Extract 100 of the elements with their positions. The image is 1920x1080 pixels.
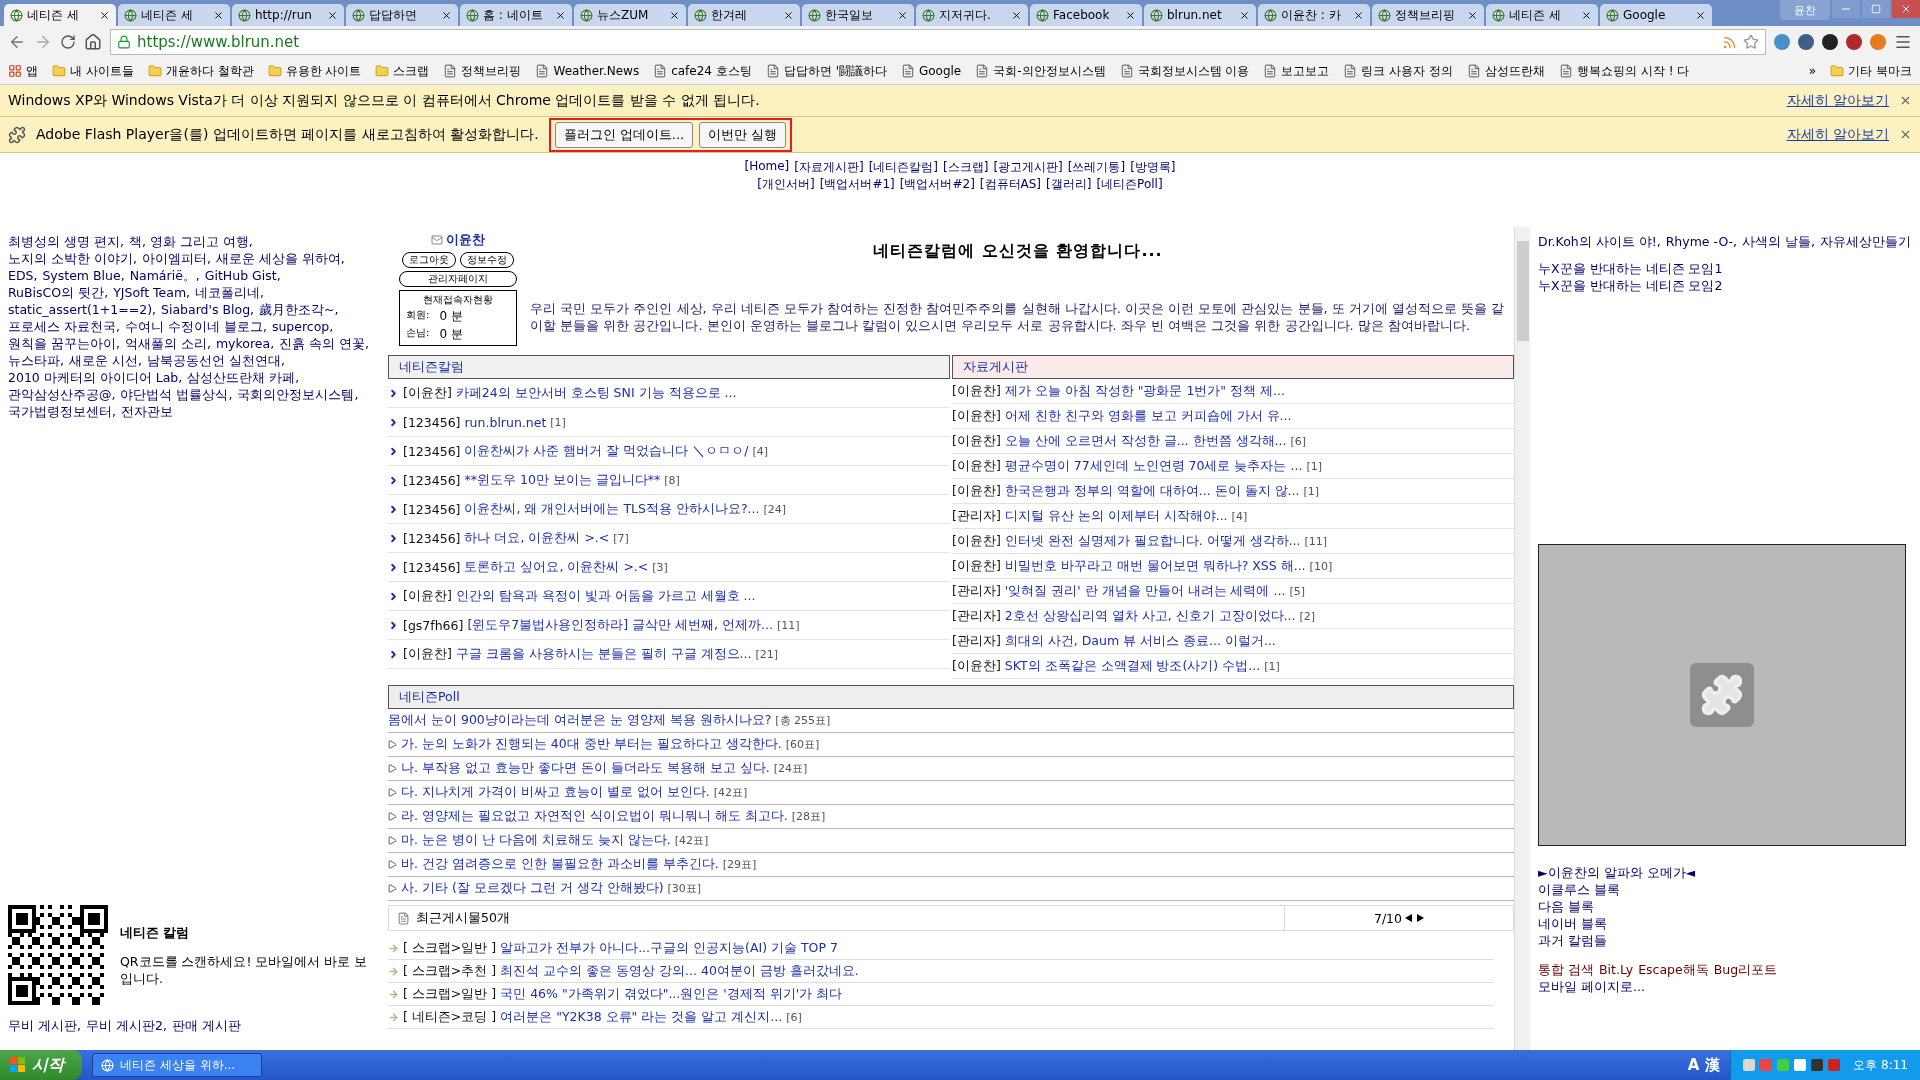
close-icon[interactable] bbox=[783, 9, 794, 21]
poll-option[interactable]: 가. 눈의 노화가 진행되는 40대 중반 부터는 필요하다고 생각한다. bbox=[401, 736, 782, 753]
browser-tab[interactable]: 지저귀다. bbox=[916, 4, 1028, 26]
nav-link[interactable]: [쓰레기통] bbox=[1067, 159, 1126, 176]
close-button[interactable] bbox=[1892, 0, 1920, 18]
site-link[interactable]: Dr.Koh의 사이트 야!, bbox=[1538, 233, 1661, 250]
home-icon[interactable] bbox=[84, 33, 102, 51]
post-link[interactable]: 토론하고 싶어요, 이윤찬씨 >.< bbox=[464, 558, 649, 576]
bookmark-item[interactable]: 스크랩 bbox=[375, 62, 430, 80]
post-link[interactable]: 평균수명이 77세인데 노인연령 70세로 늦추자는 ... bbox=[1004, 457, 1303, 475]
nav-link[interactable]: [네티즌칼럼] bbox=[868, 159, 939, 176]
tool-link[interactable]: Bit.Ly bbox=[1599, 961, 1634, 978]
bookmark-item[interactable]: 국회-의안정보시스템 bbox=[975, 62, 1106, 80]
nav-link[interactable]: [Home] bbox=[744, 159, 790, 176]
close-icon[interactable] bbox=[327, 9, 338, 21]
ime-indicator[interactable]: A bbox=[1687, 1056, 1700, 1074]
site-link[interactable]: Siabard's Blog, bbox=[161, 301, 255, 318]
more-bookmarks[interactable]: » bbox=[1808, 64, 1817, 78]
extension-icon[interactable] bbox=[1822, 34, 1838, 50]
account-button[interactable]: 로그아웃 bbox=[402, 252, 456, 268]
post-link[interactable]: 국민 46% "가족위기 겪었다"...원인은 '경제적 위기'가 최다 bbox=[500, 985, 843, 1003]
post-link[interactable]: 제가 오늘 아침 작성한 "광화문 1번가" 정책 제... bbox=[1004, 382, 1285, 400]
close-icon[interactable] bbox=[441, 9, 452, 21]
post-link[interactable]: 인터넷 완전 실명제가 필요합니다. 어떻게 생각하... bbox=[1004, 532, 1301, 550]
close-icon[interactable] bbox=[1695, 9, 1706, 21]
site-link[interactable]: 삼성산뜨란채 카페, bbox=[187, 369, 300, 386]
site-link[interactable]: 2010 마케터의 아이디어 Lab, bbox=[8, 369, 183, 386]
browser-tab[interactable]: 이윤찬 : 카 bbox=[1258, 4, 1370, 26]
site-link[interactable]: Namárië。, bbox=[129, 267, 200, 284]
previous-icon[interactable] bbox=[1405, 914, 1414, 922]
site-link[interactable]: 새로운 시선, bbox=[69, 352, 142, 369]
tool-link[interactable]: 통합 검색 bbox=[1538, 961, 1594, 978]
browser-tab[interactable]: 홈 : 네이트 bbox=[460, 4, 572, 26]
nav-link[interactable]: [컴퓨터AS] bbox=[979, 176, 1042, 193]
post-link[interactable]: 하나 더요, 이윤찬씨 >.< bbox=[464, 529, 610, 547]
site-link[interactable]: GitHub Gist, bbox=[204, 267, 281, 284]
board-link[interactable]: 무비 게시판2, bbox=[85, 1017, 167, 1034]
tool-link[interactable]: Escape해독 bbox=[1638, 961, 1709, 978]
bookmark-item[interactable]: Weather.News bbox=[535, 64, 640, 78]
site-link[interactable]: System Blue, bbox=[42, 267, 125, 284]
site-link[interactable]: 전자관보 bbox=[121, 403, 173, 420]
poll-option[interactable]: 나. 부작용 없고 효능만 좋다면 돈이 들더라도 복용해 보고 싶다. bbox=[401, 760, 770, 777]
site-link[interactable]: 국회의안정보시스템, bbox=[237, 386, 359, 403]
post-link[interactable]: 여러분은 "Y2K38 오류" 라는 것을 알고 계신지... bbox=[500, 1008, 783, 1026]
post-link[interactable]: 이윤찬씨, 왜 개인서버에는 TLS적용 안하시나요?... bbox=[464, 500, 760, 518]
site-link[interactable]: static_assert(1+1==2), bbox=[8, 301, 156, 318]
site-link[interactable]: YJSoft Team, bbox=[113, 284, 191, 301]
nav-link[interactable]: [백업서버#2] bbox=[899, 176, 975, 193]
bookmark-item[interactable]: 앱 bbox=[8, 62, 38, 80]
close-icon[interactable] bbox=[897, 9, 908, 21]
browser-tab[interactable]: 네티즌 세 bbox=[4, 4, 116, 26]
browser-tab[interactable]: Facebook bbox=[1030, 4, 1142, 26]
browser-tab[interactable]: 한국일보 bbox=[802, 4, 914, 26]
nav-link[interactable]: [개인서버] bbox=[757, 176, 815, 193]
nav-link[interactable]: [스크랩] bbox=[943, 159, 989, 176]
site-link[interactable]: 사색의 날들, bbox=[1742, 233, 1815, 250]
bookmark-item[interactable]: cafe24 호스팅 bbox=[653, 62, 752, 80]
site-link[interactable]: 자유세상만들기 bbox=[1820, 233, 1911, 250]
blog-link[interactable]: 이클루스 블록 bbox=[1538, 881, 1912, 898]
close-icon[interactable] bbox=[213, 9, 224, 21]
learn-more-link[interactable]: 자세히 알아보기 bbox=[1786, 125, 1889, 144]
close-icon[interactable] bbox=[1239, 9, 1250, 21]
browser-tab[interactable]: 뉴스ZUM bbox=[574, 4, 686, 26]
mobile-link[interactable]: 모바일 페이지로... bbox=[1538, 978, 1912, 995]
close-icon[interactable] bbox=[555, 9, 566, 21]
bookmark-item[interactable]: 국회정보시스템 이용 bbox=[1119, 62, 1250, 80]
site-link[interactable]: mykorea, bbox=[215, 335, 275, 352]
close-icon[interactable] bbox=[1011, 9, 1022, 21]
rss-icon[interactable] bbox=[1722, 34, 1737, 50]
post-link[interactable]: [윈도우7불법사용인정하라] 글삭만 세번째, 언제까... bbox=[467, 616, 773, 634]
site-link[interactable]: 진흙 속의 연꽃, bbox=[279, 335, 370, 352]
blog-link[interactable]: 네이버 블록 bbox=[1538, 915, 1912, 932]
learn-more-link[interactable]: 자세히 알아보기 bbox=[1786, 91, 1889, 110]
blog-link[interactable]: 다음 블록 bbox=[1538, 898, 1912, 915]
site-link[interactable]: 억새풀의 소리, bbox=[124, 335, 211, 352]
post-link[interactable]: 희대의 사건, Daum 뷰 서비스 종료... 이럴거... bbox=[1004, 632, 1276, 650]
site-link[interactable]: 책, 영화 그리고 여행, bbox=[128, 233, 253, 250]
group-link[interactable]: 누X꾼을 반대하는 네티즌 모임1 bbox=[1538, 260, 1912, 277]
post-link[interactable]: run.blrun.net bbox=[464, 414, 547, 430]
site-link[interactable]: 노지의 소박한 이야기, bbox=[8, 250, 137, 267]
browser-tab[interactable]: http://run bbox=[232, 4, 344, 26]
close-icon[interactable] bbox=[1581, 9, 1592, 21]
blog-link[interactable]: 과거 칼럼들 bbox=[1538, 932, 1912, 949]
site-link[interactable]: 새로운 세상을 위하여, bbox=[215, 250, 345, 267]
poll-option[interactable]: 바. 건강 염려증으로 인한 불필요한 과소비를 부추긴다. bbox=[401, 856, 719, 873]
board-link[interactable]: 판매 게시판 bbox=[171, 1017, 241, 1034]
site-link[interactable]: 야단법석 법률상식, bbox=[120, 386, 233, 403]
post-link[interactable]: 비밀번호 바꾸라고 매번 물어보면 뭐하나? XSS 해... bbox=[1004, 557, 1306, 575]
nav-link[interactable]: [갤러리] bbox=[1046, 176, 1092, 193]
reload-icon[interactable] bbox=[60, 34, 76, 50]
post-link[interactable]: 2호선 상왕십리역 열차 사고, 신호기 고장이었다... bbox=[1004, 607, 1296, 625]
close-icon[interactable] bbox=[669, 9, 680, 21]
site-link[interactable]: 프로세스 자료천국, bbox=[8, 318, 120, 335]
back-icon[interactable] bbox=[8, 33, 26, 51]
browser-tab[interactable]: 한겨레 bbox=[688, 4, 800, 26]
bookmark-item[interactable]: 정책브리핑 bbox=[443, 62, 522, 80]
tray-icon[interactable] bbox=[1794, 1059, 1807, 1071]
post-link[interactable]: 알파고가 전부가 아니다...구글의 인공지능(AI) 기술 TOP 7 bbox=[500, 939, 838, 957]
tool-link[interactable]: Bug리포트 bbox=[1713, 961, 1778, 978]
site-link[interactable]: 歲月한조각~, bbox=[259, 301, 339, 318]
